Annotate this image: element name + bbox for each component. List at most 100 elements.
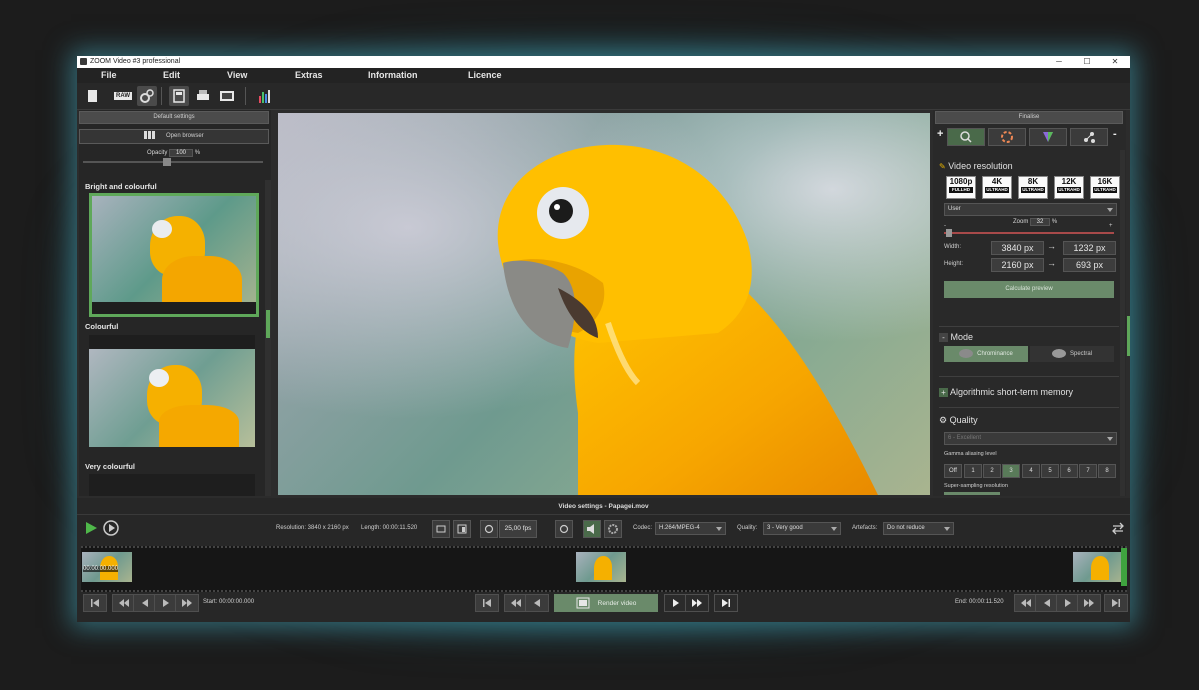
open-browser-button[interactable]: Open browser <box>79 129 269 144</box>
new-file-button[interactable] <box>83 86 103 106</box>
remove-tab-button[interactable]: - <box>1113 128 1117 140</box>
output-quality-select[interactable]: 3 - Very good <box>763 522 841 535</box>
audio-settings-button[interactable] <box>604 520 622 538</box>
quality-select[interactable]: 6 - Excellent <box>944 432 1117 445</box>
film-icon <box>220 91 234 101</box>
settings-button[interactable] <box>137 86 157 106</box>
tab-nodes[interactable] <box>1070 128 1108 146</box>
mode-chrominance-button[interactable]: Chrominance <box>944 346 1028 362</box>
render-video-button[interactable]: Render video <box>554 594 658 612</box>
default-settings-button[interactable]: Default settings <box>79 111 269 124</box>
tab-filter[interactable] <box>1029 128 1067 146</box>
panel-resize-handle[interactable] <box>1127 316 1130 356</box>
gamma-4-button[interactable]: 4 <box>1022 464 1040 478</box>
width-input-from[interactable]: 3840 px <box>991 241 1044 255</box>
height-label: Height: <box>944 261 964 267</box>
zoom-slider-handle[interactable] <box>946 229 952 237</box>
menu-extras[interactable]: Extras <box>295 68 323 83</box>
render-go-end-button[interactable] <box>714 594 738 612</box>
finalise-button[interactable]: Finalise <box>935 111 1123 124</box>
histogram-button[interactable] <box>255 86 275 106</box>
menu-file[interactable]: File <box>101 68 117 83</box>
preset-thumbnail-bright-colourful[interactable] <box>89 193 259 317</box>
asm-expand-button[interactable]: + <box>939 388 948 397</box>
tab-color[interactable] <box>988 128 1026 146</box>
menu-edit[interactable]: Edit <box>163 68 180 83</box>
go-to-end-button[interactable] <box>1104 594 1128 612</box>
render-go-start-button[interactable] <box>475 594 499 612</box>
video-preview[interactable] <box>278 113 930 495</box>
timeline-thumbnail[interactable]: 00:00:00.000 <box>82 552 132 582</box>
minimize-button[interactable]: ─ <box>1045 56 1073 68</box>
audio-sync-button[interactable] <box>555 520 573 538</box>
width-input-to[interactable]: 1232 px <box>1063 241 1116 255</box>
calculate-preview-button[interactable]: Calculate preview <box>944 281 1114 298</box>
gamma-7-button[interactable]: 7 <box>1079 464 1097 478</box>
timeline-thumbnail[interactable] <box>576 552 626 582</box>
fast-forward-button[interactable] <box>175 594 199 612</box>
artefacts-select[interactable]: Do not reduce <box>883 522 954 535</box>
mode-spectral-button[interactable]: Spectral <box>1030 346 1114 362</box>
supersampling-indicator[interactable] <box>944 492 1000 495</box>
fps-reset-button[interactable] <box>480 520 498 538</box>
preset-list-scrollbar[interactable] <box>265 180 271 496</box>
tab-zoom[interactable] <box>947 128 985 146</box>
menu-information[interactable]: Information <box>368 68 418 83</box>
finalise-scrollbar[interactable] <box>1120 150 1125 496</box>
resolution-preset-select[interactable]: User <box>944 203 1117 216</box>
menu-bar: File Edit View Extras Information Licenc… <box>77 68 1130 83</box>
go-to-start-button[interactable] <box>83 594 107 612</box>
resolution-16k-button[interactable]: 16K ULTRAHD <box>1090 176 1120 199</box>
gamma-6-button[interactable]: 6 <box>1060 464 1078 478</box>
preset-thumbnail-colourful[interactable] <box>89 335 255 447</box>
opacity-slider[interactable] <box>83 158 263 166</box>
mode-collapse-button[interactable]: - <box>939 333 948 342</box>
height-input-from[interactable]: 2160 px <box>991 258 1044 272</box>
gamma-1-button[interactable]: 1 <box>964 464 982 478</box>
maximize-button[interactable]: ☐ <box>1073 56 1101 68</box>
resolution-8k-button[interactable]: 8K ULTRAHD <box>1018 176 1048 199</box>
preset-list-scroll-thumb[interactable] <box>266 310 270 338</box>
gamma-3-button[interactable]: 3 <box>1002 464 1020 478</box>
timeline-thumbnail[interactable] <box>1073 552 1123 582</box>
codec-select[interactable]: H.264/MPEG-4 <box>655 522 726 535</box>
render-step-back-button[interactable] <box>525 594 549 612</box>
step-back-icon <box>1044 599 1050 607</box>
resolution-1080p-button[interactable]: 1080p FULLHD <box>946 176 976 199</box>
zoom-slider[interactable] <box>944 229 1114 237</box>
swap-button[interactable] <box>1110 520 1126 536</box>
timeline-filmstrip[interactable]: 00:00:00.000 <box>81 546 1127 592</box>
play-preview-button[interactable] <box>103 520 119 536</box>
height-input-to[interactable]: 693 px <box>1063 258 1116 272</box>
end-fast-forward-button[interactable] <box>1077 594 1101 612</box>
timeline-end-marker[interactable] <box>1121 548 1127 586</box>
zoom-input[interactable]: 32 <box>1030 218 1051 226</box>
print-button[interactable] <box>193 86 213 106</box>
aspect-crop-button[interactable] <box>453 520 471 538</box>
play-button[interactable] <box>83 520 99 536</box>
close-button[interactable]: ✕ <box>1101 56 1129 68</box>
menu-licence[interactable]: Licence <box>468 68 502 83</box>
render-fast-forward-button[interactable] <box>685 594 709 612</box>
audio-button[interactable] <box>583 520 601 538</box>
mode-spectral-label: Spectral <box>1069 351 1092 357</box>
gamma-5-button[interactable]: 5 <box>1041 464 1059 478</box>
quality-label: Quality: <box>737 525 758 531</box>
gamma-off-button[interactable]: Off <box>944 464 962 478</box>
save-button[interactable] <box>169 86 189 106</box>
opacity-slider-handle[interactable] <box>163 158 171 166</box>
export-video-button[interactable] <box>217 86 237 106</box>
fast-forward-icon <box>1084 599 1094 607</box>
gears-icon <box>140 89 154 103</box>
resolution-4k-button[interactable]: 4K ULTRAHD <box>982 176 1012 199</box>
aspect-fit-button[interactable] <box>432 520 450 538</box>
opacity-input[interactable]: 100 <box>169 149 194 157</box>
fps-input[interactable]: 25,00 fps <box>499 520 537 538</box>
add-tab-button[interactable]: + <box>937 128 943 140</box>
gamma-8-button[interactable]: 8 <box>1098 464 1116 478</box>
raw-button[interactable]: RAW <box>113 86 133 106</box>
menu-view[interactable]: View <box>227 68 247 83</box>
resolution-12k-button[interactable]: 12K ULTRAHD <box>1054 176 1084 199</box>
preset-thumbnail-very-colourful[interactable] <box>89 474 255 496</box>
gamma-2-button[interactable]: 2 <box>983 464 1001 478</box>
